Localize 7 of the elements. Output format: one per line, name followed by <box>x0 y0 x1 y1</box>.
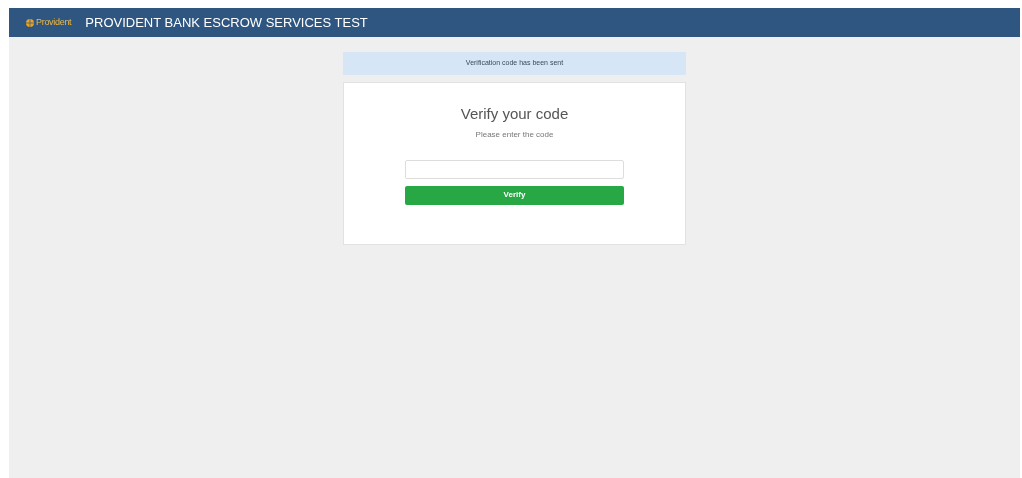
code-input-field[interactable] <box>405 159 624 179</box>
card-heading: Verify your code <box>460 104 569 124</box>
verify-button[interactable]: Verify <box>405 185 624 205</box>
card-subheading: Please enter the code <box>475 128 554 141</box>
app-title: PROVIDENT BANK ESCROW SERVICES TEST <box>85 13 368 32</box>
logo-text: Provident <box>36 15 72 29</box>
logo-icon <box>26 18 34 27</box>
